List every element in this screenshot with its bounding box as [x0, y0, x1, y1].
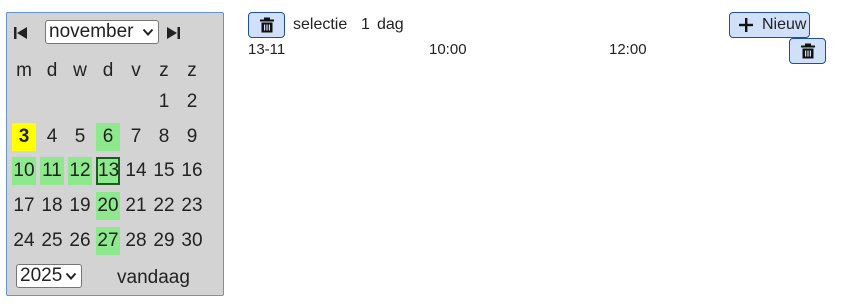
calendar-day[interactable]: 7 [124, 123, 148, 151]
calendar-day[interactable]: 1 [152, 88, 176, 116]
skip-previous-icon [14, 27, 27, 39]
delete-selection-button[interactable] [248, 12, 285, 38]
calendar-day[interactable]: 18 [40, 192, 64, 220]
calendar-day[interactable]: 22 [152, 192, 176, 220]
calendar-day[interactable]: 13 [96, 157, 120, 185]
calendar-day[interactable]: 12 [68, 157, 92, 185]
weekday-label: z [159, 60, 169, 81]
calendar-panel: november mdwdvzz 1 2 3 4 5 6 7 8 9 10 11 12 13 14 15 16… [6, 12, 224, 296]
weekday-label: m [16, 60, 32, 81]
month-value: november [49, 21, 134, 42]
calendar-day[interactable]: 17 [12, 192, 36, 220]
calendar-day[interactable]: 10 [12, 157, 36, 185]
calendar-day[interactable]: 9 [180, 123, 204, 151]
calendar-day[interactable]: 6 [96, 123, 120, 151]
year-select[interactable]: 2025 [16, 264, 82, 288]
next-month-button[interactable] [165, 25, 181, 41]
skip-next-icon [167, 27, 180, 39]
calendar-day[interactable]: 28 [124, 227, 148, 255]
event-date: 13-11 [248, 41, 286, 58]
calendar-day[interactable]: 16 [180, 157, 204, 185]
new-event-label: Nieuw [762, 16, 807, 33]
calendar-day[interactable]: 29 [152, 227, 176, 255]
month-select[interactable]: november [45, 20, 159, 44]
weekday-label: d [102, 60, 114, 81]
delete-event-button[interactable] [789, 38, 826, 64]
calendar-day[interactable]: 8 [152, 123, 176, 151]
calendar-day[interactable]: 15 [152, 157, 176, 185]
calendar-day[interactable]: 20 [96, 192, 120, 220]
selection-count: 1 [361, 16, 370, 33]
calendar-day[interactable]: 2 [180, 88, 204, 116]
calendar-day[interactable]: 27 [96, 227, 120, 255]
weekday-label: d [46, 60, 58, 81]
event-start-time: 10:00 [429, 41, 467, 58]
calendar-day[interactable]: 30 [180, 227, 204, 255]
weekday-label: z [187, 60, 197, 81]
selection-unit: dag [377, 16, 404, 33]
today-link[interactable]: vandaag [117, 267, 190, 289]
previous-month-button[interactable] [13, 25, 29, 41]
trash-icon [260, 17, 274, 33]
chevron-down-icon [65, 272, 77, 280]
calendar-day[interactable]: 21 [124, 192, 148, 220]
calendar-day[interactable]: 19 [68, 192, 92, 220]
trash-icon [801, 43, 815, 59]
plus-icon [739, 18, 753, 32]
calendar-day[interactable]: 25 [40, 227, 64, 255]
calendar-day[interactable]: 24 [12, 227, 36, 255]
new-event-button[interactable]: Nieuw [729, 12, 810, 38]
calendar-day[interactable]: 26 [68, 227, 92, 255]
year-value: 2025 [20, 265, 63, 286]
selection-label: selectie [293, 16, 348, 33]
calendar-day[interactable]: 23 [180, 192, 204, 220]
calendar-day[interactable]: 5 [68, 123, 92, 151]
chevron-down-icon [142, 28, 154, 36]
weekday-label: v [131, 60, 141, 81]
calendar-day[interactable]: 4 [40, 123, 64, 151]
weekday-label: w [73, 60, 87, 81]
calendar-day[interactable]: 3 [12, 123, 36, 151]
calendar-day[interactable]: 11 [40, 157, 64, 185]
calendar-day[interactable]: 14 [124, 157, 148, 185]
event-end-time: 12:00 [609, 41, 647, 58]
